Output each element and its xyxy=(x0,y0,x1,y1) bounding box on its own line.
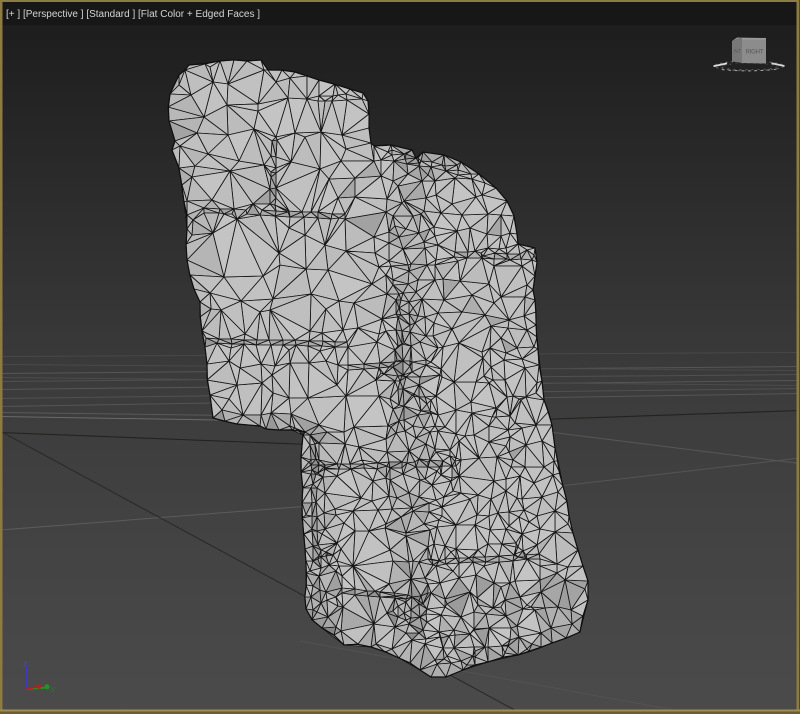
svg-text:NT: NT xyxy=(734,49,742,55)
svg-text:RIGHT: RIGHT xyxy=(746,50,764,56)
svg-text:y: y xyxy=(52,686,56,693)
svg-text:z: z xyxy=(23,659,27,668)
